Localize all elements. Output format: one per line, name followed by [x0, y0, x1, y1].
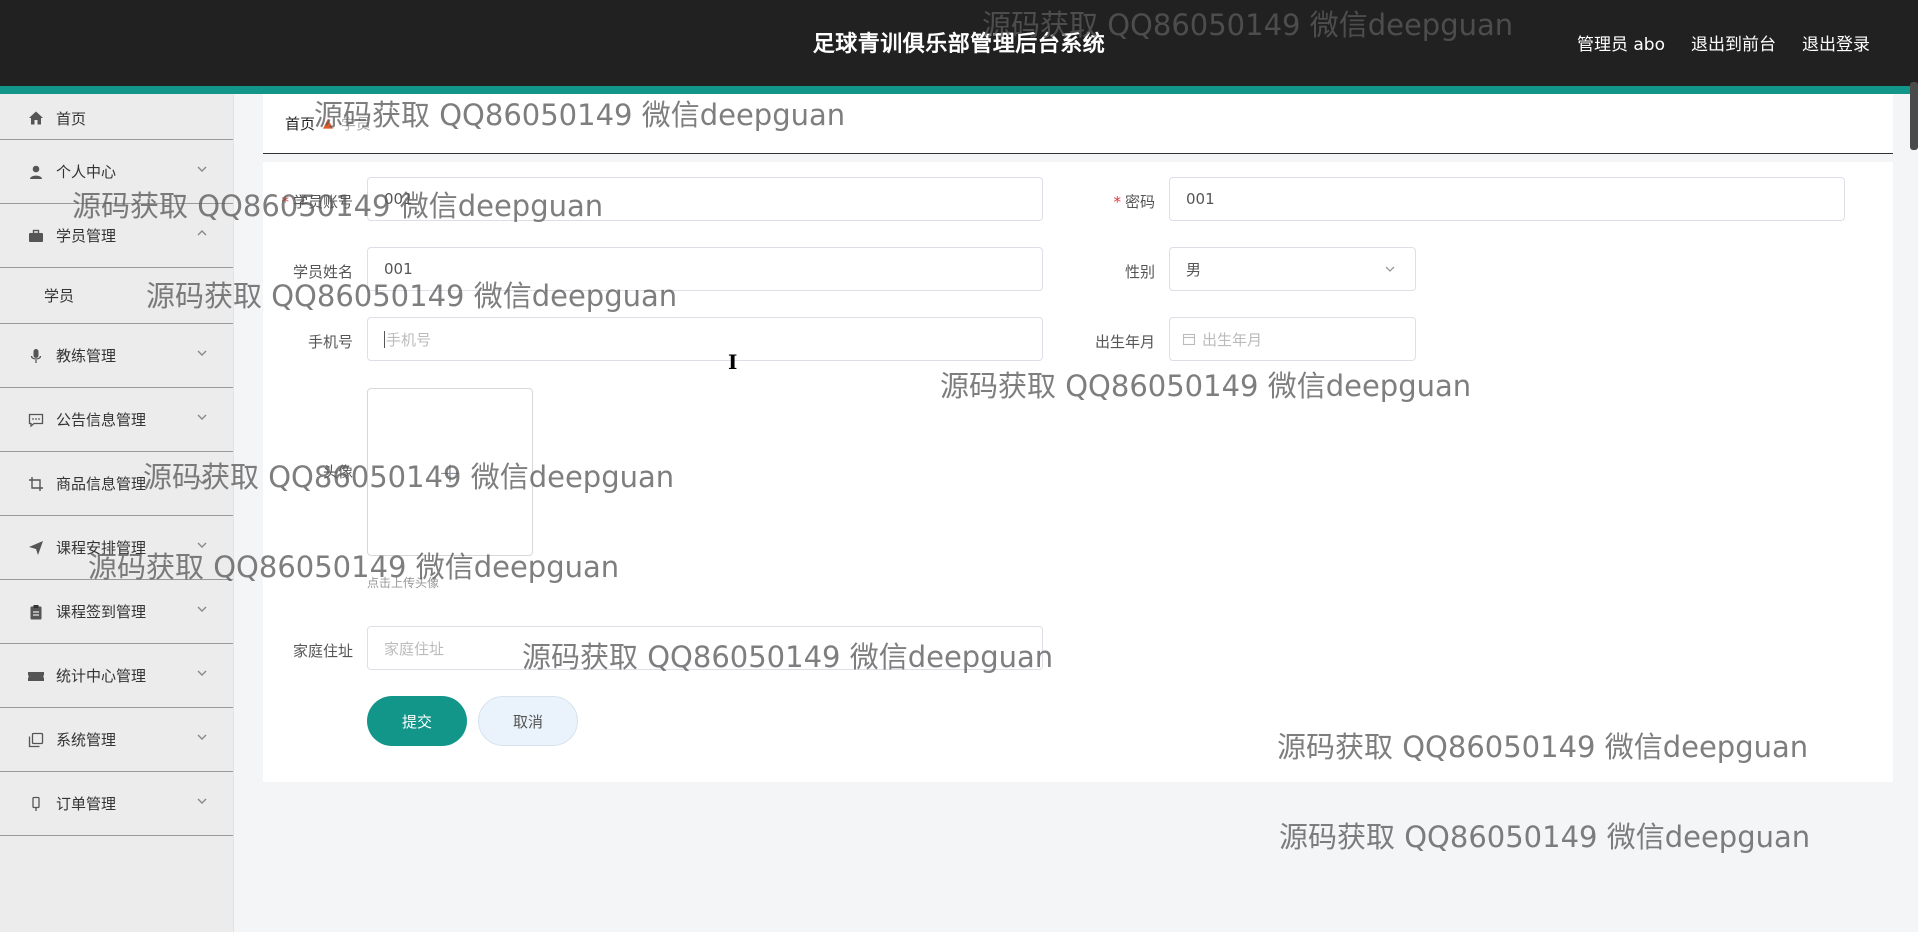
avatar-upload-hint: 点击上传头像	[367, 576, 440, 590]
password-label: * 密码	[1045, 191, 1155, 212]
sidebar-item-label: 首页	[56, 110, 87, 128]
sidebar-item-coach-mgmt[interactable]: 教练管理	[0, 324, 233, 388]
sidebar-item-label: 学员管理	[56, 227, 117, 245]
address-input[interactable]: 家庭住址	[367, 626, 1043, 670]
text-caret	[384, 330, 385, 348]
required-mark: *	[1113, 193, 1121, 211]
exit-to-front-link[interactable]: 退出到前台	[1691, 30, 1776, 55]
clipboard-icon	[26, 602, 46, 622]
name-value: 001	[384, 260, 413, 278]
sidebar-item-course-schedule[interactable]: 课程安排管理	[0, 516, 233, 580]
address-label: 家庭住址	[292, 642, 353, 660]
plus-icon: +	[438, 455, 462, 489]
sidebar-subitem-student[interactable]: 学员	[0, 268, 233, 324]
account-label-text: 学员账号	[292, 193, 353, 211]
address-placeholder: 家庭住址	[384, 639, 445, 658]
calendar-icon	[1182, 332, 1196, 346]
birth-date-picker[interactable]: 出生年月	[1169, 317, 1416, 361]
watermark: 源码获取 QQ86050149 微信deepguan	[1279, 820, 1811, 854]
avatar-label: 头像	[322, 463, 353, 481]
breadcrumb-home[interactable]: 首页	[285, 113, 315, 134]
gender-value: 男	[1186, 260, 1202, 279]
sidebar-item-label: 公告信息管理	[56, 411, 147, 429]
header-accent-bar	[0, 86, 1918, 94]
account-label: * 学员账号	[243, 191, 353, 212]
chevron-down-icon	[195, 794, 209, 808]
phone-label: 手机号	[307, 333, 353, 351]
sidebar-item-order-mgmt[interactable]: 订单管理	[0, 772, 233, 836]
chevron-down-icon	[195, 538, 209, 552]
chevron-down-icon	[195, 410, 209, 424]
sidebar-item-label: 订单管理	[56, 795, 117, 813]
crop-icon	[26, 474, 46, 494]
password-value: 001	[1186, 190, 1215, 208]
phone-placeholder: 手机号	[386, 330, 432, 349]
sidebar-item-label: 系统管理	[56, 731, 117, 749]
chevron-down-icon	[195, 666, 209, 680]
chat-icon	[26, 410, 46, 430]
user-icon	[26, 162, 46, 182]
sidebar-item-product-mgmt[interactable]: 商品信息管理	[0, 452, 233, 516]
birth-placeholder: 出生年月	[1202, 330, 1263, 349]
chevron-down-icon	[1383, 262, 1397, 276]
submit-button[interactable]: 提交	[367, 696, 467, 746]
name-label: 学员姓名	[292, 263, 353, 281]
sidebar-item-label: 商品信息管理	[56, 475, 147, 493]
breadcrumb-current: 学员	[341, 115, 372, 133]
name-input[interactable]: 001	[367, 247, 1043, 291]
required-mark: *	[281, 193, 289, 211]
sidebar-item-label: 统计中心管理	[56, 667, 147, 685]
bookmark-icon	[26, 794, 46, 814]
sidebar-item-system-mgmt[interactable]: 系统管理	[0, 708, 233, 772]
sidebar-item-label: 教练管理	[56, 347, 117, 365]
microphone-icon	[26, 346, 46, 366]
gender-select[interactable]: 男	[1169, 247, 1416, 291]
chevron-down-icon	[195, 162, 209, 176]
scrollbar[interactable]	[1910, 82, 1918, 150]
sidebar-item-student-mgmt[interactable]: 学员管理	[0, 204, 233, 268]
birth-label: 出生年月	[1094, 333, 1155, 351]
ticket-icon	[26, 666, 46, 686]
account-value: 001	[384, 190, 413, 208]
sidebar-item-label: 课程安排管理	[56, 539, 147, 557]
phone-input[interactable]: 手机号	[367, 317, 1043, 361]
chevron-down-icon	[195, 346, 209, 360]
sidebar-item-notice-mgmt[interactable]: 公告信息管理	[0, 388, 233, 452]
admin-user-label[interactable]: 管理员 abo	[1577, 30, 1665, 55]
gender-label: 性别	[1124, 263, 1155, 281]
password-label-text: 密码	[1124, 193, 1155, 211]
header-actions: 管理员 abo 退出到前台 退出登录	[1577, 30, 1870, 55]
briefcase-icon	[26, 226, 46, 246]
send-icon	[26, 538, 46, 558]
sidebar-item-home[interactable]: 首页	[0, 94, 233, 140]
breadcrumb: 首页 ▲ 学员	[263, 94, 1893, 154]
sidebar-item-statistics[interactable]: 统计中心管理	[0, 644, 233, 708]
chevron-down-icon	[195, 602, 209, 616]
logout-link[interactable]: 退出登录	[1802, 30, 1870, 55]
chevron-down-icon	[195, 730, 209, 744]
home-icon	[26, 108, 46, 128]
sidebar: 首页 个人中心 学员管理 学员 教练管理 公告信息管理 商品信息管理 课程安排管…	[0, 94, 234, 932]
home-icon: ▲	[323, 116, 334, 131]
chevron-down-icon	[195, 474, 209, 488]
sidebar-item-profile[interactable]: 个人中心	[0, 140, 233, 204]
copy-icon	[26, 730, 46, 750]
top-header: 足球青训俱乐部管理后台系统 管理员 abo 退出到前台 退出登录	[0, 0, 1918, 86]
cancel-button[interactable]: 取消	[478, 696, 578, 746]
password-input[interactable]: 001	[1169, 177, 1845, 221]
avatar-upload[interactable]: +	[367, 388, 533, 556]
sidebar-item-course-checkin[interactable]: 课程签到管理	[0, 580, 233, 644]
account-input[interactable]: 001	[367, 177, 1043, 221]
sidebar-item-label: 个人中心	[56, 163, 117, 181]
sidebar-item-label: 课程签到管理	[56, 603, 147, 621]
text-cursor-icon: I	[728, 350, 738, 374]
chevron-up-icon	[195, 226, 209, 240]
